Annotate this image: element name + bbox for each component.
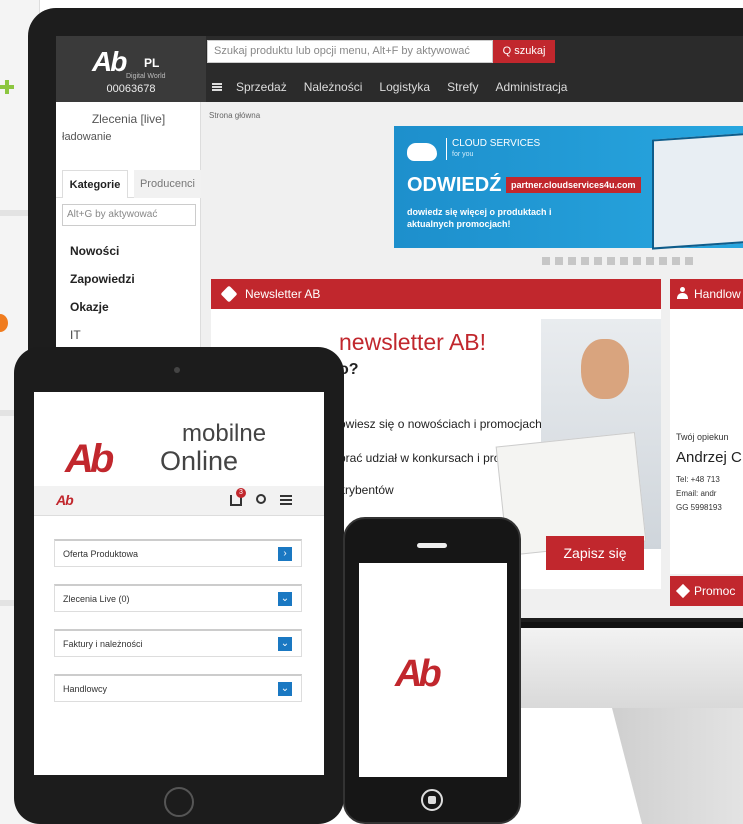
camera-icon bbox=[174, 367, 180, 373]
client-number: 00063678 bbox=[106, 83, 156, 95]
promotions-title: Promoc bbox=[694, 584, 736, 598]
cloud-services-label: CLOUD SERVICES for you bbox=[446, 138, 540, 160]
chevron-down-icon: ⌄ bbox=[278, 682, 292, 696]
category-filter-input[interactable]: Alt+G by aktywować bbox=[62, 204, 196, 226]
menu-icon[interactable] bbox=[212, 83, 222, 91]
banner-headline: ODWIEDŹ bbox=[407, 174, 502, 196]
carousel-dot[interactable] bbox=[659, 257, 667, 265]
menu-item-faktury[interactable]: Faktury i należności ⌄ bbox=[54, 629, 302, 657]
sidebar-item-zapowiedzi[interactable]: Zapowiedzi bbox=[70, 272, 135, 286]
chevron-down-icon: ⌄ bbox=[278, 592, 292, 606]
search-icon[interactable] bbox=[256, 494, 266, 504]
promotions-header: Promoc bbox=[670, 576, 743, 606]
newsletter-header-title: Newsletter AB bbox=[245, 287, 321, 301]
nav-item-logistyka[interactable]: Logistyka bbox=[379, 80, 430, 94]
phone-screen: Ab bbox=[359, 563, 507, 777]
carousel-dot[interactable] bbox=[685, 257, 693, 265]
carousel-dot[interactable] bbox=[633, 257, 641, 265]
nav-item-sprzedaz[interactable]: Sprzedaż bbox=[236, 80, 287, 94]
mobile-toolbar: Ab 3 bbox=[34, 486, 324, 516]
search-button[interactable]: Q szukaj bbox=[493, 40, 555, 63]
menu-item-handlowcy[interactable]: Handlowcy ⌄ bbox=[54, 674, 302, 702]
account-manager-label: Twój opiekun bbox=[676, 432, 729, 442]
newsletter-title: newsletter AB! bbox=[339, 329, 487, 355]
sidebar-item-nowosci[interactable]: Nowości bbox=[70, 244, 119, 258]
banner-description: dowiedz się więcej o produktach i aktual… bbox=[407, 207, 552, 229]
account-manager-header: Handlow bbox=[670, 279, 743, 309]
brand-online: Online bbox=[160, 446, 239, 476]
tablet-screen: Ab mobilne Online Ab 3 Oferta Produktowa… bbox=[34, 392, 324, 775]
sidebar-item-it[interactable]: IT bbox=[70, 328, 81, 342]
plus-icon bbox=[0, 80, 14, 94]
subscribe-button[interactable]: Zapisz się bbox=[546, 536, 644, 570]
user-icon bbox=[677, 287, 688, 300]
account-manager-email[interactable]: Email: andr bbox=[676, 489, 716, 498]
menu-item-oferta[interactable]: Oferta Produktowa › bbox=[54, 539, 302, 567]
main-nav: Sprzedaż Należności Logistyka Strefy Adm… bbox=[206, 74, 584, 100]
home-button[interactable] bbox=[164, 787, 194, 817]
composite-devices-image: Ab PL Digital World 00063678 Szukaj prod… bbox=[0, 0, 743, 824]
orange-circle-icon bbox=[0, 314, 8, 332]
loading-text: ładowanie bbox=[62, 131, 112, 143]
newsletter-benefit: krybentów bbox=[339, 483, 394, 497]
tab-producenci[interactable]: Producenci bbox=[134, 170, 201, 198]
cart-count-badge: 3 bbox=[236, 488, 246, 498]
brand-mobilne: mobilne bbox=[182, 420, 267, 447]
banner-screenshot-image bbox=[652, 132, 743, 250]
account-manager-title: Handlow bbox=[694, 287, 741, 301]
logo-tagline: Digital World bbox=[126, 73, 166, 80]
newsletter-benefit: owiesz się o nowościach i promocjach bbox=[339, 417, 542, 431]
carousel-dot[interactable] bbox=[594, 257, 602, 265]
newsletter-panel-header: Newsletter AB bbox=[211, 279, 661, 309]
breadcrumb[interactable]: Strona główna bbox=[209, 111, 260, 120]
carousel-dot[interactable] bbox=[581, 257, 589, 265]
chevron-down-icon: ⌄ bbox=[278, 637, 292, 651]
tablet-device: Ab mobilne Online Ab 3 Oferta Produktowa… bbox=[14, 347, 344, 824]
carousel-dot[interactable] bbox=[555, 257, 563, 265]
ab-logo: Ab bbox=[65, 437, 114, 481]
logo-mark: Ab bbox=[92, 46, 127, 77]
tag-icon bbox=[675, 583, 691, 599]
menu-icon[interactable] bbox=[280, 495, 292, 505]
newsletter-photo bbox=[495, 319, 661, 557]
logo-suffix: PL bbox=[144, 56, 160, 70]
live-orders-link[interactable]: Zlecenia [live] bbox=[56, 112, 201, 126]
home-button[interactable] bbox=[421, 789, 443, 811]
banner-partner-url: partner.cloudservices4u.com bbox=[506, 177, 641, 193]
promo-banner[interactable]: CLOUD SERVICES for you ODWIEDŹ partner.cl… bbox=[394, 126, 743, 250]
carousel-dot[interactable] bbox=[646, 257, 654, 265]
menu-item-zlecenia[interactable]: Zlecenia Live (0) ⌄ bbox=[54, 584, 302, 612]
ab-logo-small[interactable]: Ab bbox=[56, 492, 74, 508]
carousel-dot[interactable] bbox=[568, 257, 576, 265]
carousel-dot[interactable] bbox=[607, 257, 615, 265]
ab-logo: Ab bbox=[395, 653, 442, 695]
account-manager-phone[interactable]: Tel: +48 713 bbox=[676, 475, 720, 484]
monitor-stand bbox=[612, 708, 743, 824]
speaker-grille bbox=[417, 543, 447, 548]
nav-item-strefy[interactable]: Strefy bbox=[447, 80, 478, 94]
ab-logo[interactable]: Ab PL Digital World 00063678 bbox=[56, 36, 206, 102]
account-manager-name: Andrzej C bbox=[676, 449, 742, 466]
tab-kategorie[interactable]: Kategorie bbox=[62, 170, 128, 198]
phone-device: Ab bbox=[343, 517, 521, 824]
nav-item-administracja[interactable]: Administracja bbox=[495, 80, 567, 94]
nav-item-naleznosci[interactable]: Należności bbox=[304, 80, 363, 94]
carousel-dot[interactable] bbox=[542, 257, 550, 265]
carousel-dot[interactable] bbox=[620, 257, 628, 265]
top-bar: Ab PL Digital World 00063678 Szukaj prod… bbox=[56, 36, 743, 102]
account-manager-gg[interactable]: GG 5998193 bbox=[676, 503, 722, 512]
sidebar-item-okazje[interactable]: Okazje bbox=[70, 300, 109, 314]
carousel-indicators bbox=[542, 257, 698, 265]
cloud-icon bbox=[407, 143, 437, 161]
sidebar-tabs: Kategorie Producenci bbox=[56, 170, 201, 198]
chevron-right-icon: › bbox=[278, 547, 292, 561]
account-manager-panel: Twój opiekun Andrzej C Tel: +48 713 Emai… bbox=[670, 309, 743, 574]
search-input[interactable]: Szukaj produktu lub opcji menu, Alt+F by… bbox=[207, 40, 493, 63]
carousel-dot[interactable] bbox=[672, 257, 680, 265]
tag-icon bbox=[220, 285, 238, 303]
